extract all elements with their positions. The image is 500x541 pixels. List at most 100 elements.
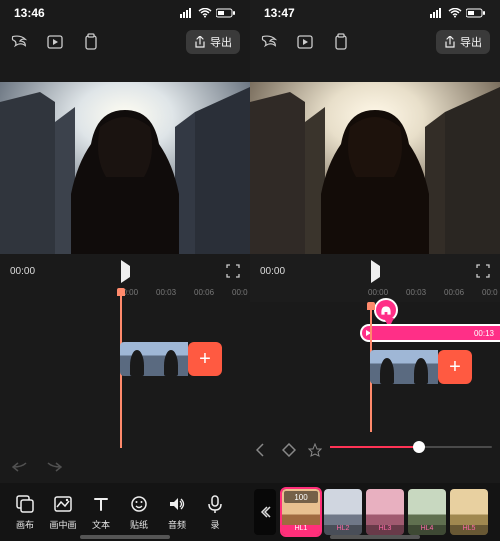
status-time: 13:46 <box>14 6 45 20</box>
tool-canvas[interactable]: 画布 <box>10 494 40 531</box>
undo-row <box>0 455 250 479</box>
filter-tile-hl3[interactable]: HL3 <box>366 489 404 535</box>
home-indicator <box>330 535 420 539</box>
tool-text[interactable]: 文本 <box>86 494 116 531</box>
filter-value-badge: 100 <box>284 491 318 503</box>
time-display: 00:00 <box>260 266 300 277</box>
filter-tile-hl5[interactable]: HL5 <box>450 489 488 535</box>
bottom-toolbar: 画布 画中画 文本 贴纸 音频 录 <box>0 483 250 541</box>
ruler-tick: 00:06 <box>444 288 464 297</box>
status-icons <box>180 8 236 18</box>
pin-icon[interactable] <box>308 443 322 457</box>
tool-label: 录 <box>210 518 219 531</box>
export-label: 导出 <box>210 34 232 50</box>
tool-label: 画布 <box>16 518 34 531</box>
timeline-ruler[interactable]: 00:00 00:03 00:06 00:0 <box>0 288 250 302</box>
clip-thumb <box>154 342 188 376</box>
clipboard-icon[interactable] <box>332 33 350 51</box>
fullscreen-button[interactable] <box>200 264 240 278</box>
preview-frame <box>0 82 250 254</box>
preview[interactable] <box>250 82 500 254</box>
add-clip-button[interactable]: + <box>438 350 472 384</box>
clip-thumb <box>370 350 404 384</box>
ruler-tick: 00:0 <box>232 288 248 297</box>
clipboard-icon[interactable] <box>82 33 100 51</box>
right-screen: 13:47 导出 <box>250 0 500 541</box>
ruler-tick: 00:03 <box>156 288 176 297</box>
filter-tile-hl1[interactable]: 100 HL1 <box>282 489 320 535</box>
tool-label: 文本 <box>92 518 110 531</box>
audio-clip[interactable]: 00:13 <box>360 324 500 342</box>
timeline-tracks[interactable]: + <box>0 302 250 455</box>
audio-marker[interactable] <box>374 298 398 322</box>
media-icon[interactable] <box>296 33 314 51</box>
preview[interactable] <box>0 82 250 254</box>
text-icon <box>91 494 111 514</box>
signal-icon <box>180 8 194 18</box>
tool-pip[interactable]: 画中画 <box>48 494 78 531</box>
video-clip[interactable]: + <box>370 350 472 384</box>
wifi-icon <box>448 8 462 18</box>
ruler-tick: 00:03 <box>406 288 426 297</box>
export-button[interactable]: 导出 <box>436 30 490 54</box>
play-button[interactable] <box>371 266 380 277</box>
clip-thumb <box>404 350 438 384</box>
status-bar: 13:47 <box>250 0 500 24</box>
ruler-tick: 00:00 <box>368 288 388 297</box>
logo-icon[interactable] <box>10 33 28 51</box>
player-row: 00:00 <box>250 254 500 288</box>
timeline-tracks[interactable]: 00:13 + <box>250 302 500 483</box>
filter-label: HL1 <box>282 525 320 535</box>
ruler-tick: 00:06 <box>194 288 214 297</box>
audio-duration: 00:13 <box>474 329 494 338</box>
filter-label: HL5 <box>450 525 488 535</box>
play-button[interactable] <box>121 266 130 277</box>
tool-sticker[interactable]: 贴纸 <box>124 494 154 531</box>
ruler-tick: 00:0 <box>482 288 498 297</box>
media-icon[interactable] <box>46 33 64 51</box>
clip-thumb <box>120 342 154 376</box>
signal-icon <box>430 8 444 18</box>
track-actions <box>256 443 322 457</box>
mic-icon <box>205 494 225 514</box>
prev-keyframe-icon[interactable] <box>256 443 270 457</box>
topbar: 导出 <box>0 24 250 60</box>
filter-slider[interactable] <box>330 439 492 455</box>
filter-label: HL2 <box>324 525 362 535</box>
tool-record[interactable]: 录 <box>200 494 230 531</box>
sticker-icon <box>129 494 149 514</box>
home-indicator <box>80 535 170 539</box>
undo-button[interactable] <box>12 461 30 473</box>
filter-label: HL3 <box>366 525 404 535</box>
tool-label: 画中画 <box>49 518 76 531</box>
share-icon <box>194 36 206 48</box>
tool-label: 音频 <box>168 518 186 531</box>
battery-icon <box>466 8 486 18</box>
keyframe-icon[interactable] <box>282 443 296 457</box>
pip-icon <box>53 494 73 514</box>
filter-tile-hl2[interactable]: HL2 <box>324 489 362 535</box>
logo-icon[interactable] <box>260 33 278 51</box>
tool-label: 贴纸 <box>130 518 148 531</box>
status-bar: 13:46 <box>0 0 250 24</box>
player-row: 00:00 <box>0 254 250 288</box>
wifi-icon <box>198 8 212 18</box>
filter-tile-hl4[interactable]: HL4 <box>408 489 446 535</box>
headphone-icon <box>380 304 392 316</box>
filter-label: HL4 <box>408 525 446 535</box>
status-time: 13:47 <box>264 6 295 20</box>
canvas-icon <box>15 494 35 514</box>
status-icons <box>430 8 486 18</box>
export-label: 导出 <box>460 34 482 50</box>
audio-icon <box>167 494 187 514</box>
add-clip-button[interactable]: + <box>188 342 222 376</box>
collapse-button[interactable] <box>254 489 276 535</box>
battery-icon <box>216 8 236 18</box>
timeline-ruler[interactable]: 00:00 00:03 00:06 00:0 <box>250 288 500 302</box>
video-clip[interactable]: + <box>120 342 222 376</box>
tool-audio[interactable]: 音频 <box>162 494 192 531</box>
fullscreen-button[interactable] <box>450 264 490 278</box>
export-button[interactable]: 导出 <box>186 30 240 54</box>
filter-bar: 100 HL1 HL2 HL3 HL4 HL5 <box>250 483 500 541</box>
redo-button[interactable] <box>44 461 62 473</box>
